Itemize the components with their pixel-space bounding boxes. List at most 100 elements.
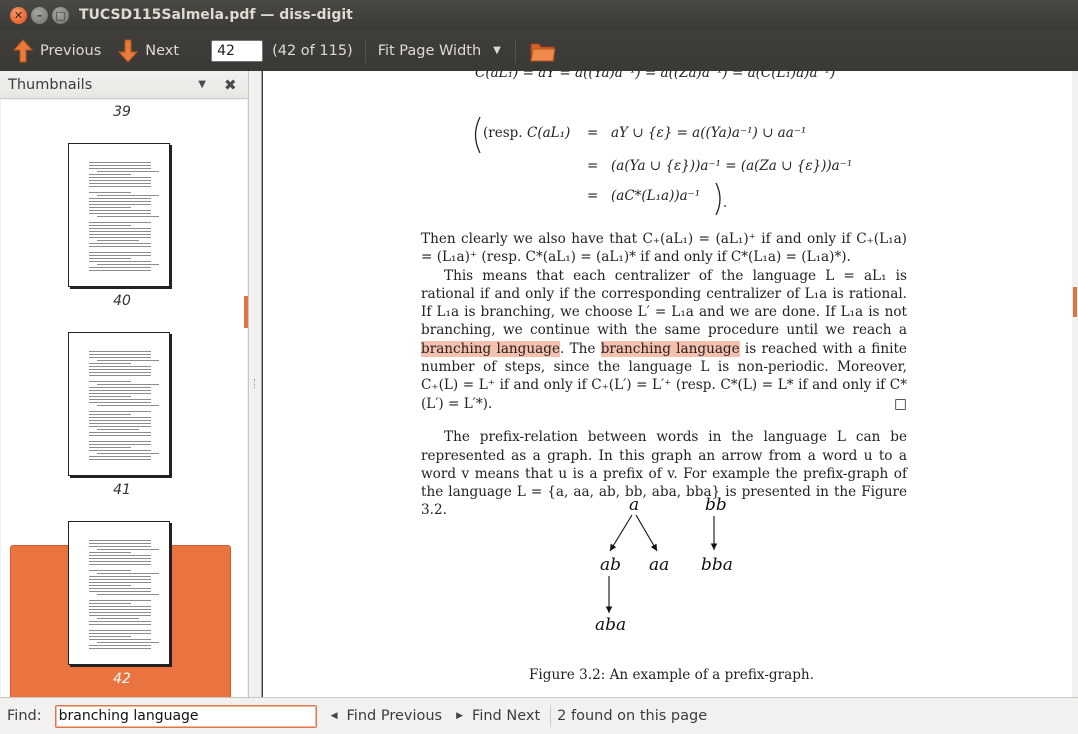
thumbnail-text-line xyxy=(89,585,131,586)
thumbnail-text-line xyxy=(97,429,139,430)
thumbnail-text-line xyxy=(89,636,131,637)
find-input[interactable] xyxy=(54,704,317,728)
thumbnail-text-line xyxy=(89,201,151,202)
qed-symbol: □ xyxy=(894,395,907,412)
thumbnail-text-line xyxy=(89,435,151,436)
thumbnail-text-line xyxy=(89,447,131,448)
graph-node: bb xyxy=(705,495,727,515)
sidebar-title[interactable]: Thumbnails xyxy=(8,77,92,93)
triangle-right-icon: ▶ xyxy=(456,711,464,721)
thumbnail-text-line xyxy=(97,240,139,241)
thumbnail-text-line xyxy=(89,543,151,544)
sidebar-scroll-indicator[interactable] xyxy=(244,296,248,328)
thumbnail-text-line xyxy=(89,261,151,262)
thumbnail-text-line xyxy=(97,405,159,406)
chevron-down-icon[interactable]: ▼ xyxy=(198,79,206,90)
thumbnail-page-number[interactable]: 42 xyxy=(7,671,237,687)
equation-rhs-1: aY ∪ {ε} = a((Ya)a⁻¹) ∪ aa⁻¹ xyxy=(611,125,807,141)
arrow-down-icon xyxy=(117,38,139,64)
findbar-separator xyxy=(550,705,552,727)
document-text: Then clearly we also have that C₊(aL₁) =… xyxy=(421,230,907,520)
thumbnail-text-line xyxy=(89,564,151,565)
thumbnail-text-line xyxy=(89,591,151,592)
next-page-button[interactable]: Next xyxy=(111,35,185,67)
search-highlight: branching language xyxy=(600,340,740,357)
sidebar-header: Thumbnails ▼ ✖ xyxy=(0,71,248,99)
thumbnail-list[interactable]: 39 40 41 42 xyxy=(1,100,247,697)
thumbnail-text-line xyxy=(89,180,151,181)
thumbnail-page-number[interactable]: 41 xyxy=(7,482,237,498)
thumbnail-text-line xyxy=(97,618,139,619)
toolbar-separator xyxy=(364,38,366,63)
thumbnail-text-line xyxy=(89,606,151,607)
thumbnail-text-line xyxy=(89,582,151,583)
thumbnail-text-line xyxy=(89,369,151,370)
graph-node: aa xyxy=(649,555,670,575)
thumbnail-text-line xyxy=(89,414,131,415)
scrollbar-thumb[interactable] xyxy=(1073,287,1077,317)
thumbnail-text-line xyxy=(89,237,151,238)
zoom-select[interactable]: Fit Page Width ▼ xyxy=(378,43,501,59)
thumbnail-text-line xyxy=(89,555,151,556)
thumbnail-text-line xyxy=(89,255,151,256)
thumbnail-page[interactable] xyxy=(68,521,170,665)
close-window-button[interactable]: ✕ xyxy=(10,6,27,24)
search-highlight: branching language xyxy=(421,340,560,357)
thumbnail-text-line xyxy=(89,621,151,622)
thumbnail-text-line xyxy=(89,162,151,163)
thumbnail-text-line xyxy=(97,573,159,574)
thumbnail-text-line xyxy=(89,225,131,226)
thumbnail-text-line xyxy=(89,198,151,199)
document-scrollbar[interactable] xyxy=(1072,71,1078,697)
triangle-left-icon: ◀ xyxy=(330,711,338,721)
toolbar-separator xyxy=(514,38,516,63)
page-number-input[interactable] xyxy=(211,39,264,62)
close-icon[interactable]: ✖ xyxy=(224,76,237,94)
thumbnail-text-line xyxy=(89,426,151,427)
window-title: TUCSD115Salmela.pdf — diss-digit xyxy=(79,7,353,23)
thumbnail-text-line xyxy=(89,579,151,580)
thumbnail-text-line xyxy=(89,165,151,166)
equals-sign: = xyxy=(587,188,599,204)
thumbnail-page[interactable] xyxy=(68,143,170,287)
thumbnail-text-line xyxy=(89,396,131,397)
thumbnail-text-line xyxy=(89,363,131,364)
equals-sign: = xyxy=(587,125,599,141)
thumbnail-text-line xyxy=(89,246,151,247)
thumbnail-text-line xyxy=(89,600,151,601)
thumbnail-text-line xyxy=(89,399,151,400)
thumbnail-text-line xyxy=(89,228,151,229)
thumbnail-text-line xyxy=(97,264,159,265)
thumbnail-page[interactable] xyxy=(68,332,170,476)
paragraph: This means that each centralizer of the … xyxy=(421,267,907,413)
graph-node: a xyxy=(629,495,640,515)
equation-lhs: C(aL₁) xyxy=(527,125,571,141)
resp-label: (resp. xyxy=(483,125,523,141)
document-viewer[interactable]: C(aL₁) = aY = a((Ya)a⁻¹) = a((Za)a⁻¹) = … xyxy=(263,71,1078,697)
thumbnail-page-number[interactable]: 39 xyxy=(7,104,237,120)
equation-line-top: C(aL₁) = aY = a((Ya)a⁻¹) = a((Za)a⁻¹) = … xyxy=(475,71,836,81)
paragraph-text: . The xyxy=(560,340,601,357)
thumbnail-text-line xyxy=(89,546,151,547)
left-paren xyxy=(474,116,481,154)
maximize-window-button[interactable]: □ xyxy=(52,6,69,24)
pane-splitter[interactable] xyxy=(249,71,262,697)
thumbnail-text-line xyxy=(97,195,159,196)
previous-page-button[interactable]: Previous xyxy=(6,35,107,67)
thumbnail-text-line xyxy=(89,375,151,376)
thumbnail-text-line xyxy=(89,540,151,541)
minimize-window-button[interactable]: – xyxy=(31,6,48,24)
open-folder-icon[interactable] xyxy=(530,40,556,62)
sidebar: Thumbnails ▼ ✖ 39 40 41 42 xyxy=(0,71,249,697)
thumbnail-text-line xyxy=(89,441,151,442)
thumbnail-page-number[interactable]: 40 xyxy=(7,293,237,309)
find-previous-label: Find Previous xyxy=(346,708,443,724)
find-next-button[interactable]: ▶ Find Next xyxy=(456,708,540,724)
find-previous-button[interactable]: ◀ Find Previous xyxy=(331,708,443,724)
thumbnail-text-line xyxy=(89,633,151,634)
thumbnail-text-line xyxy=(89,576,151,577)
thumbnail-text-line xyxy=(89,207,131,208)
figure-caption: Figure 3.2: An example of a prefix-graph… xyxy=(529,667,815,683)
arrow-up-icon xyxy=(12,38,34,64)
thumbnail-text-line xyxy=(89,615,151,616)
